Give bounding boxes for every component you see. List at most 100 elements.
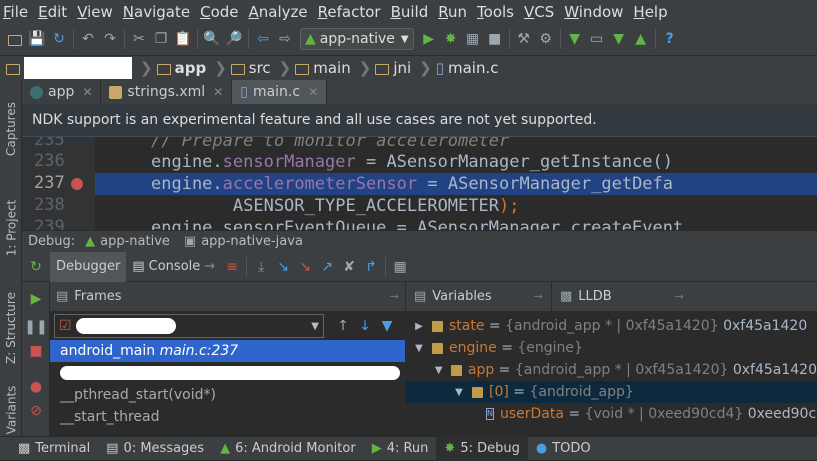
- close-icon[interactable]: ✕: [213, 85, 223, 99]
- breadcrumb-item-app[interactable]: ❯ app: [136, 59, 206, 77]
- view-breakpoints-icon[interactable]: ●: [25, 376, 47, 398]
- previous-frame-icon[interactable]: ↑: [332, 315, 354, 337]
- project-structure-icon[interactable]: ⚒: [513, 28, 535, 50]
- run-to-cursor-icon[interactable]: ↱: [360, 256, 382, 278]
- variable-row[interactable]: ▶ state = {android_app * | 0xf45a1420} 0…: [406, 315, 817, 337]
- show-execution-point-icon[interactable]: ≡: [221, 256, 243, 278]
- settings-icon[interactable]: ⚙: [535, 28, 557, 50]
- close-icon[interactable]: ✕: [82, 85, 92, 99]
- breadcrumb-item-src[interactable]: ❯ src: [210, 59, 270, 77]
- breadcrumb-item-jni[interactable]: ❯ jni: [355, 59, 411, 77]
- stop-icon[interactable]: ■: [25, 340, 47, 362]
- frame-row[interactable]: __start_thread: [50, 406, 405, 428]
- breadcrumb-item-main[interactable]: ❯ main: [275, 59, 351, 77]
- paste-icon[interactable]: 📋: [172, 28, 194, 50]
- menu-help[interactable]: Help: [633, 3, 667, 21]
- tab-lldb[interactable]: ▩ LLDB →: [552, 282, 692, 312]
- run-icon[interactable]: ▶: [418, 28, 440, 50]
- find-icon[interactable]: 🔍: [201, 28, 223, 50]
- collapse-arrow-icon[interactable]: ▼: [432, 365, 445, 376]
- attach-debugger-icon[interactable]: ▦: [462, 28, 484, 50]
- copy-icon[interactable]: ❐: [150, 28, 172, 50]
- resume-icon[interactable]: ▶: [25, 288, 47, 310]
- tool-messages[interactable]: ▤ 0: Messages: [98, 437, 212, 461]
- tab-console[interactable]: ▤ Console →: [126, 252, 221, 282]
- variable-row[interactable]: ▼ app = {android_app * | 0xf45a1420} 0xf…: [406, 359, 817, 381]
- menu-view[interactable]: View: [77, 3, 113, 21]
- collapse-arrow-icon[interactable]: ▼: [412, 343, 426, 354]
- drop-frame-icon[interactable]: ✘: [338, 256, 360, 278]
- menu-vcs[interactable]: VCS: [524, 3, 554, 21]
- mute-breakpoints-icon[interactable]: ⊘: [25, 400, 47, 422]
- sync-icon[interactable]: ↻: [48, 28, 70, 50]
- collapse-arrow-icon[interactable]: ▼: [452, 387, 466, 398]
- menu-code[interactable]: Code: [200, 3, 238, 21]
- tool-tab-variants[interactable]: Variants: [0, 380, 22, 440]
- tool-tab-captures[interactable]: Captures: [0, 94, 22, 164]
- variable-row[interactable]: ▼ engine = {engine}: [406, 337, 817, 359]
- pause-icon[interactable]: ❚❚: [24, 316, 47, 338]
- step-over-icon[interactable]: ⤓: [250, 256, 272, 278]
- menu-refactor[interactable]: Refactor: [318, 3, 381, 21]
- step-out-icon[interactable]: ↗: [316, 256, 338, 278]
- tool-tab-project[interactable]: 1: Project: [0, 190, 22, 265]
- avd-manager-icon[interactable]: ▭: [586, 28, 608, 50]
- tool-android-monitor[interactable]: ▲ 6: Android Monitor: [212, 437, 364, 461]
- stop-icon[interactable]: ■: [484, 28, 506, 50]
- replace-icon[interactable]: 🔎: [223, 28, 245, 50]
- menu-file[interactable]: File: [3, 3, 28, 21]
- expand-arrow-icon[interactable]: ▶: [412, 321, 426, 332]
- tool-run[interactable]: ▶ 4: Run: [364, 437, 437, 461]
- tool-terminal[interactable]: ▩ Terminal: [10, 437, 98, 461]
- frame-row[interactable]: android_main main.c:237: [50, 340, 405, 362]
- code-token: sensorManager: [222, 152, 356, 172]
- open-folder-icon[interactable]: [4, 28, 26, 50]
- panel-title: LLDB: [578, 289, 612, 304]
- debug-icon[interactable]: ✸: [440, 28, 462, 50]
- tab-app[interactable]: app ✕: [22, 80, 102, 104]
- android-device-monitor-icon[interactable]: ▲: [630, 28, 652, 50]
- menu-edit[interactable]: Edit: [38, 3, 67, 21]
- frame-row[interactable]: [50, 362, 405, 384]
- tab-debugger[interactable]: Debugger: [50, 251, 127, 282]
- sdk-manager-icon[interactable]: ▼: [608, 28, 630, 50]
- evaluate-expression-icon[interactable]: ▦: [389, 256, 411, 278]
- undo-icon[interactable]: ↶: [77, 28, 99, 50]
- menu-build[interactable]: Build: [391, 3, 429, 21]
- menu-run[interactable]: Run: [438, 3, 467, 21]
- forward-icon[interactable]: ⇨: [274, 28, 296, 50]
- breadcrumb-item-main-c[interactable]: ❯ ▯ main.c: [415, 59, 498, 77]
- code-editor[interactable]: 235 // Prepare to monitor accelerometer …: [22, 130, 817, 230]
- variable-row[interactable]: N userData = {void * | 0xeed90cd4} 0xeed…: [406, 403, 817, 425]
- tab-strings-xml[interactable]: strings.xml ✕: [101, 80, 233, 104]
- frame-row[interactable]: __pthread_start(void*): [50, 384, 405, 406]
- tool-debug[interactable]: ✸ 5: Debug: [436, 436, 528, 461]
- tab-main-c[interactable]: ▯ main.c ✕: [232, 80, 328, 104]
- step-into-icon[interactable]: ↘: [272, 256, 294, 278]
- debug-session-tab[interactable]: ▣ app-native-java: [184, 234, 303, 249]
- redo-icon[interactable]: ↷: [99, 28, 121, 50]
- tab-variables[interactable]: ▤ Variables →: [406, 282, 552, 312]
- filter-icon[interactable]: ▼: [376, 315, 398, 337]
- menu-window[interactable]: Window: [564, 3, 623, 21]
- variable-row-selected[interactable]: ▼ [0] = {android_app}: [406, 381, 817, 403]
- breadcrumb-label: src: [248, 59, 271, 77]
- next-frame-icon[interactable]: ↓: [354, 315, 376, 337]
- rerun-icon[interactable]: ↻: [22, 256, 50, 278]
- back-icon[interactable]: ⇦: [252, 28, 274, 50]
- breakpoint-icon[interactable]: [71, 178, 83, 190]
- tool-todo[interactable]: ● TODO: [528, 437, 599, 461]
- force-step-into-icon[interactable]: ↘: [294, 256, 316, 278]
- thread-select[interactable]: ☑ ▼: [54, 314, 324, 338]
- debug-session-tab[interactable]: ▲ app-native: [85, 234, 170, 249]
- save-all-icon[interactable]: 💾: [26, 28, 48, 50]
- tool-tab-structure[interactable]: Z: Structure: [0, 280, 22, 375]
- run-config-select[interactable]: ▲ app-native ▼: [300, 28, 414, 50]
- gradle-sync-icon[interactable]: ▼: [564, 28, 586, 50]
- menu-navigate[interactable]: Navigate: [123, 3, 190, 21]
- cut-icon[interactable]: ✂: [128, 28, 150, 50]
- close-icon[interactable]: ✕: [308, 85, 318, 99]
- menu-tools[interactable]: Tools: [477, 3, 514, 21]
- help-icon[interactable]: ?: [659, 28, 681, 50]
- menu-analyze[interactable]: Analyze: [249, 3, 308, 21]
